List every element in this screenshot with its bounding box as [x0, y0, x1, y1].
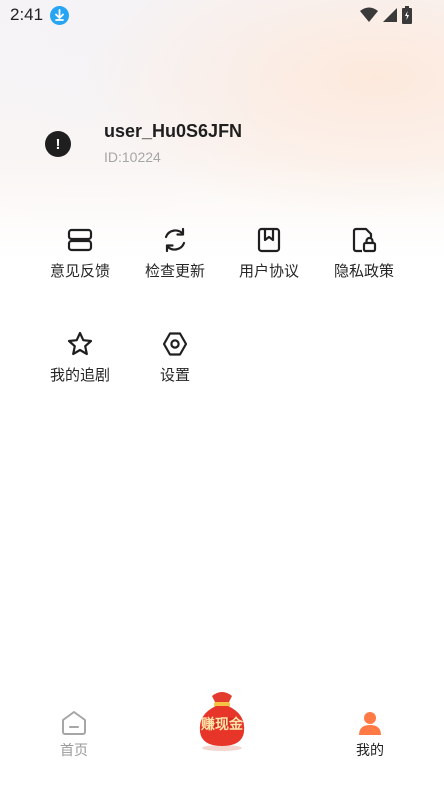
menu-label: 隐私政策	[333, 262, 394, 280]
earn-cash-label: 赚现金	[201, 717, 243, 733]
menu-label: 用户协议	[238, 262, 299, 280]
menu-item-my-watchlist[interactable]: 我的追剧	[33, 330, 127, 410]
nav-home[interactable]: 首页	[34, 710, 114, 760]
status-bar: 2:41	[0, 0, 444, 32]
person-icon	[359, 712, 381, 735]
menu-label: 设置	[159, 366, 190, 384]
home-icon	[62, 711, 86, 735]
bottom-navigation: 首页 赚现金 我的	[0, 676, 444, 789]
feedback-icon	[67, 228, 93, 252]
download-icon	[50, 6, 69, 25]
nav-mine[interactable]: 我的	[330, 710, 410, 760]
menu-label: 意见反馈	[49, 262, 110, 280]
menu-label: 我的追剧	[49, 366, 110, 384]
menu-item-user-agreement[interactable]: 用户协议	[222, 226, 316, 306]
menu-item-settings[interactable]: 设置	[128, 330, 222, 410]
menu-label: 检查更新	[144, 262, 205, 280]
signal-icon	[383, 8, 397, 22]
privacy-lock-icon	[352, 227, 377, 253]
wifi-icon	[360, 7, 378, 22]
user-id: ID:10224	[104, 149, 161, 165]
menu-item-feedback[interactable]: 意见反馈	[33, 226, 127, 306]
status-time: 2:41	[10, 5, 44, 24]
profile-section[interactable]: ! user_Hu0S6JFN ID:10224	[0, 112, 444, 182]
username: user_Hu0S6JFN	[104, 121, 243, 141]
hexagon-settings-icon	[162, 332, 188, 356]
refresh-icon	[164, 227, 186, 253]
star-icon	[67, 331, 93, 356]
battery-icon	[402, 6, 412, 24]
avatar[interactable]: !	[45, 131, 71, 157]
menu-item-privacy-policy[interactable]: 隐私政策	[317, 226, 411, 306]
bookmark-icon	[257, 227, 281, 253]
nav-home-label: 首页	[60, 743, 88, 759]
avatar-glyph: !	[55, 135, 61, 153]
earn-cash-button[interactable]: 赚现金	[194, 686, 250, 751]
nav-mine-label: 我的	[356, 743, 384, 759]
menu-item-check-update[interactable]: 检查更新	[128, 226, 222, 306]
